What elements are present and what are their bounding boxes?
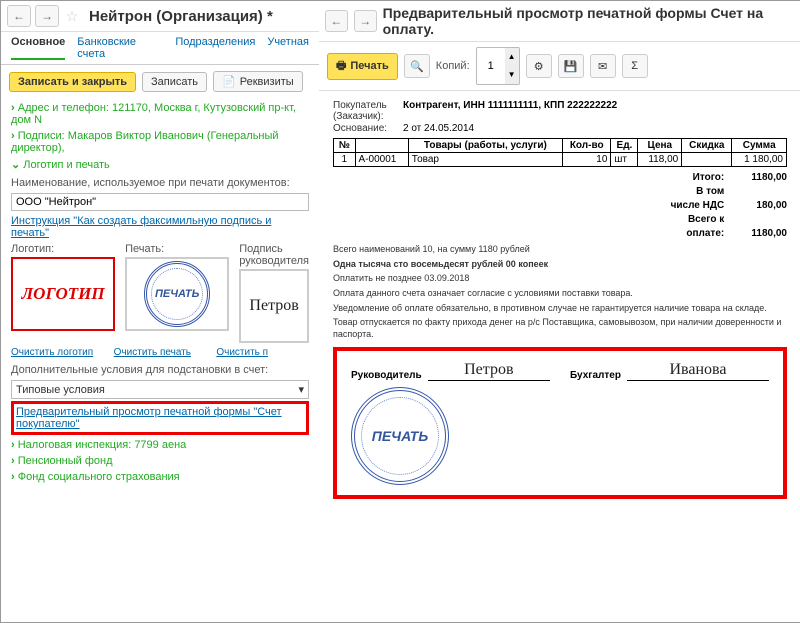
preview-icon-button[interactable]: 🔍 <box>404 54 430 78</box>
star-icon[interactable]: ☆ <box>63 7 81 25</box>
copies-spinner[interactable]: ▲▼ <box>476 47 520 85</box>
preview-forward-button[interactable]: → <box>354 10 377 32</box>
print-button[interactable]: 🖶 Печать <box>327 53 398 80</box>
name-input[interactable] <box>11 193 309 211</box>
note3: Товар отпускается по факту прихода денег… <box>333 317 787 340</box>
pension-expander[interactable]: Пенсионный фонд <box>11 453 309 469</box>
copies-label: Копий: <box>436 60 470 72</box>
signatures-expander[interactable]: Подписи: Макаров Виктор Иванович (Генера… <box>11 128 309 156</box>
manager-label: Руководитель <box>351 370 422 381</box>
logo-seal-expander[interactable]: Логотип и печать <box>11 156 309 173</box>
preview-back-button[interactable]: ← <box>325 10 348 32</box>
note2: Уведомление об оплате обязательно, в про… <box>333 303 787 315</box>
document-seal-icon: ПЕЧАТЬ <box>351 387 449 485</box>
tab-bank[interactable]: Банковские счета <box>77 36 163 60</box>
requisites-button[interactable]: 📄 Реквизиты <box>213 71 303 92</box>
logo-preview[interactable]: ЛОГОТИП <box>11 257 115 331</box>
sum-icon-button[interactable]: Σ <box>622 54 648 78</box>
preview-title: Предварительный просмотр печатной формы … <box>383 5 795 37</box>
signature-preview[interactable]: Петров <box>239 269 309 343</box>
copies-input[interactable] <box>477 58 505 74</box>
forward-button[interactable]: → <box>35 5 59 27</box>
due-line: Оплатить не позднее 03.09.2018 <box>333 273 787 285</box>
mail-icon-button[interactable]: ✉ <box>590 54 616 78</box>
summary-line: Всего наименований 10, на сумму 1180 руб… <box>333 244 787 256</box>
tab-dept[interactable]: Подразделения <box>175 36 255 60</box>
name-label: Наименование, используемое при печати до… <box>11 177 309 189</box>
logo-col-title: Логотип: <box>11 243 115 255</box>
preview-link[interactable]: Предварительный просмотр печатной формы … <box>16 406 282 430</box>
note1: Оплата данного счета означает согласие с… <box>333 288 787 300</box>
buyer-label: Покупатель (Заказчик): <box>333 100 403 122</box>
signature-block: Руководитель Петров Бухгалтер Иванова ПЕ… <box>333 347 787 499</box>
accountant-signature: Иванова <box>669 361 726 378</box>
copies-down[interactable]: ▼ <box>505 66 519 84</box>
extra-select[interactable]: Типовые условия▾ <box>11 380 309 399</box>
save-icon-button[interactable]: 💾 <box>558 54 584 78</box>
back-button[interactable]: ← <box>7 5 31 27</box>
copies-up[interactable]: ▲ <box>505 48 519 66</box>
save-button[interactable]: Записать <box>142 72 207 92</box>
basis-label: Основание: <box>333 123 403 134</box>
manager-signature: Петров <box>464 361 513 378</box>
save-close-button[interactable]: Записать и закрыть <box>9 72 136 92</box>
sig-col-title: Подпись руководителя <box>239 243 309 267</box>
seal-icon: ПЕЧАТЬ <box>144 261 210 327</box>
extra-label: Дополнительные условия для подстановки в… <box>11 364 309 376</box>
chevron-down-icon: ▾ <box>298 383 304 396</box>
clear-seal-link[interactable]: Очистить печать <box>114 347 207 358</box>
seal-col-title: Печать: <box>125 243 229 255</box>
clear-sig-link[interactable]: Очистить п <box>216 347 309 358</box>
address-expander[interactable]: Адрес и телефон: 121170, Москва г, Кутуз… <box>11 100 309 128</box>
buyer-value: Контрагент, ИНН 1111111111, КПП 22222222… <box>403 100 617 122</box>
basis-value: 2 от 24.05.2014 <box>403 123 474 134</box>
amount-words: Одна тысяча сто восемьдесят рублей 00 ко… <box>333 259 787 271</box>
settings-icon-button[interactable]: ⚙ <box>526 54 552 78</box>
seal-preview[interactable]: ПЕЧАТЬ <box>125 257 229 331</box>
tab-acct[interactable]: Учетная <box>267 36 309 60</box>
totals-block: Итого: 1180,00 В том числе НДС 180,00 Вс… <box>333 171 787 241</box>
table-row: 1А-00001Товар 10шт118,00 1 180,00 <box>334 153 787 167</box>
tab-main[interactable]: Основное <box>11 36 65 60</box>
clear-logo-link[interactable]: Очистить логотип <box>11 347 104 358</box>
page-title: Нейтрон (Организация) * <box>89 8 273 25</box>
accountant-label: Бухгалтер <box>570 370 621 381</box>
tax-expander[interactable]: Налоговая инспекция: 7799 аена <box>11 437 309 453</box>
instruction-link[interactable]: Инструкция "Как создать факсимильную под… <box>11 215 271 239</box>
social-expander[interactable]: Фонд социального страхования <box>11 469 309 485</box>
items-table: №Товары (работы, услуги) Кол-воЕд.Цена С… <box>333 138 787 167</box>
